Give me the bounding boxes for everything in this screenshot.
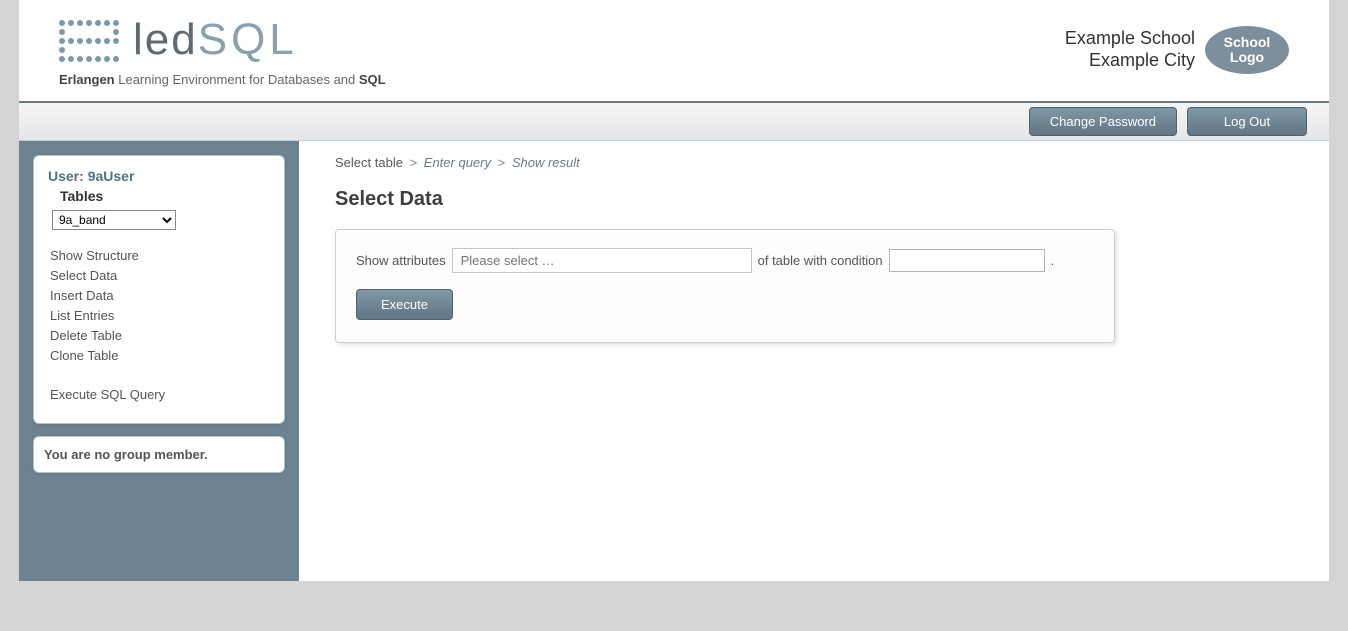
query-panel: Show attributes of table with condition … — [335, 229, 1115, 343]
sidebar-link-clone-table[interactable]: Clone Table — [50, 348, 118, 363]
breadcrumb-step-2: Enter query — [424, 155, 491, 170]
breadcrumb-step-1: Select table — [335, 155, 403, 170]
change-password-button[interactable]: Change Password — [1029, 107, 1177, 136]
main-content: Select table > Enter query > Show result… — [299, 141, 1329, 581]
breadcrumb-sep-2: > — [498, 155, 506, 170]
logo-text-sql: SQL — [198, 15, 298, 64]
body-row: User: 9aUser Tables 9a_band Show Structu… — [19, 141, 1329, 581]
logout-button[interactable]: Log Out — [1187, 107, 1307, 136]
logo-text: ledSQL — [133, 18, 298, 62]
logo-area: ledSQL Erlangen Learning Environment for… — [59, 18, 386, 87]
sidebar-tables-box: User: 9aUser Tables 9a_band Show Structu… — [33, 155, 285, 424]
logo-e-icon — [59, 20, 119, 62]
school-line2: Example City — [1065, 50, 1195, 72]
sidebar-group-box: You are no group member. — [33, 436, 285, 473]
user-label: User: 9aUser — [48, 168, 270, 184]
school-logo-text: School Logo — [1205, 35, 1289, 66]
breadcrumb-step-3: Show result — [512, 155, 580, 170]
logo-subtitle: Erlangen Learning Environment for Databa… — [59, 72, 386, 87]
school-block: Example School Example City School Logo — [1065, 26, 1289, 74]
execute-button[interactable]: Execute — [356, 289, 453, 320]
sidebar-link-show-structure[interactable]: Show Structure — [50, 248, 139, 263]
query-row: Show attributes of table with condition … — [356, 248, 1094, 273]
logo-row: ledSQL — [59, 18, 386, 62]
breadcrumb: Select table > Enter query > Show result — [335, 155, 1299, 170]
school-logo-icon: School Logo — [1205, 26, 1289, 74]
condition-input[interactable] — [889, 249, 1045, 272]
sub-erlangen: Erlangen — [59, 72, 115, 87]
sidebar-links: Show Structure Select Data Insert Data L… — [50, 248, 270, 402]
attributes-input[interactable] — [452, 248, 752, 273]
toolbar: Change Password Log Out — [19, 103, 1329, 141]
table-select[interactable]: 9a_band — [52, 210, 176, 230]
sidebar-link-insert-data[interactable]: Insert Data — [50, 288, 114, 303]
school-text: Example School Example City — [1065, 28, 1195, 71]
app-frame: ledSQL Erlangen Learning Environment for… — [19, 0, 1329, 581]
sidebar-link-execute-sql[interactable]: Execute SQL Query — [50, 387, 165, 402]
tables-heading: Tables — [60, 188, 270, 204]
school-line1: Example School — [1065, 28, 1195, 50]
group-message: You are no group member. — [44, 447, 208, 462]
user-prefix: User: — [48, 168, 88, 184]
logo-text-led: led — [133, 15, 198, 64]
header: ledSQL Erlangen Learning Environment for… — [19, 0, 1329, 103]
sidebar-link-list-entries[interactable]: List Entries — [50, 308, 114, 323]
sidebar: User: 9aUser Tables 9a_band Show Structu… — [19, 141, 299, 581]
sidebar-spacer — [50, 368, 270, 382]
show-attributes-label: Show attributes — [356, 253, 446, 268]
page-title: Select Data — [335, 188, 1299, 211]
sidebar-link-select-data[interactable]: Select Data — [50, 268, 117, 283]
breadcrumb-sep-1: > — [410, 155, 418, 170]
sidebar-link-delete-table[interactable]: Delete Table — [50, 328, 122, 343]
sub-mid: Learning Environment for Databases and — [115, 72, 359, 87]
period: . — [1051, 253, 1055, 268]
of-table-label: of table with condition — [758, 253, 883, 268]
user-name: 9aUser — [88, 168, 135, 184]
sub-sql: SQL — [359, 72, 386, 87]
